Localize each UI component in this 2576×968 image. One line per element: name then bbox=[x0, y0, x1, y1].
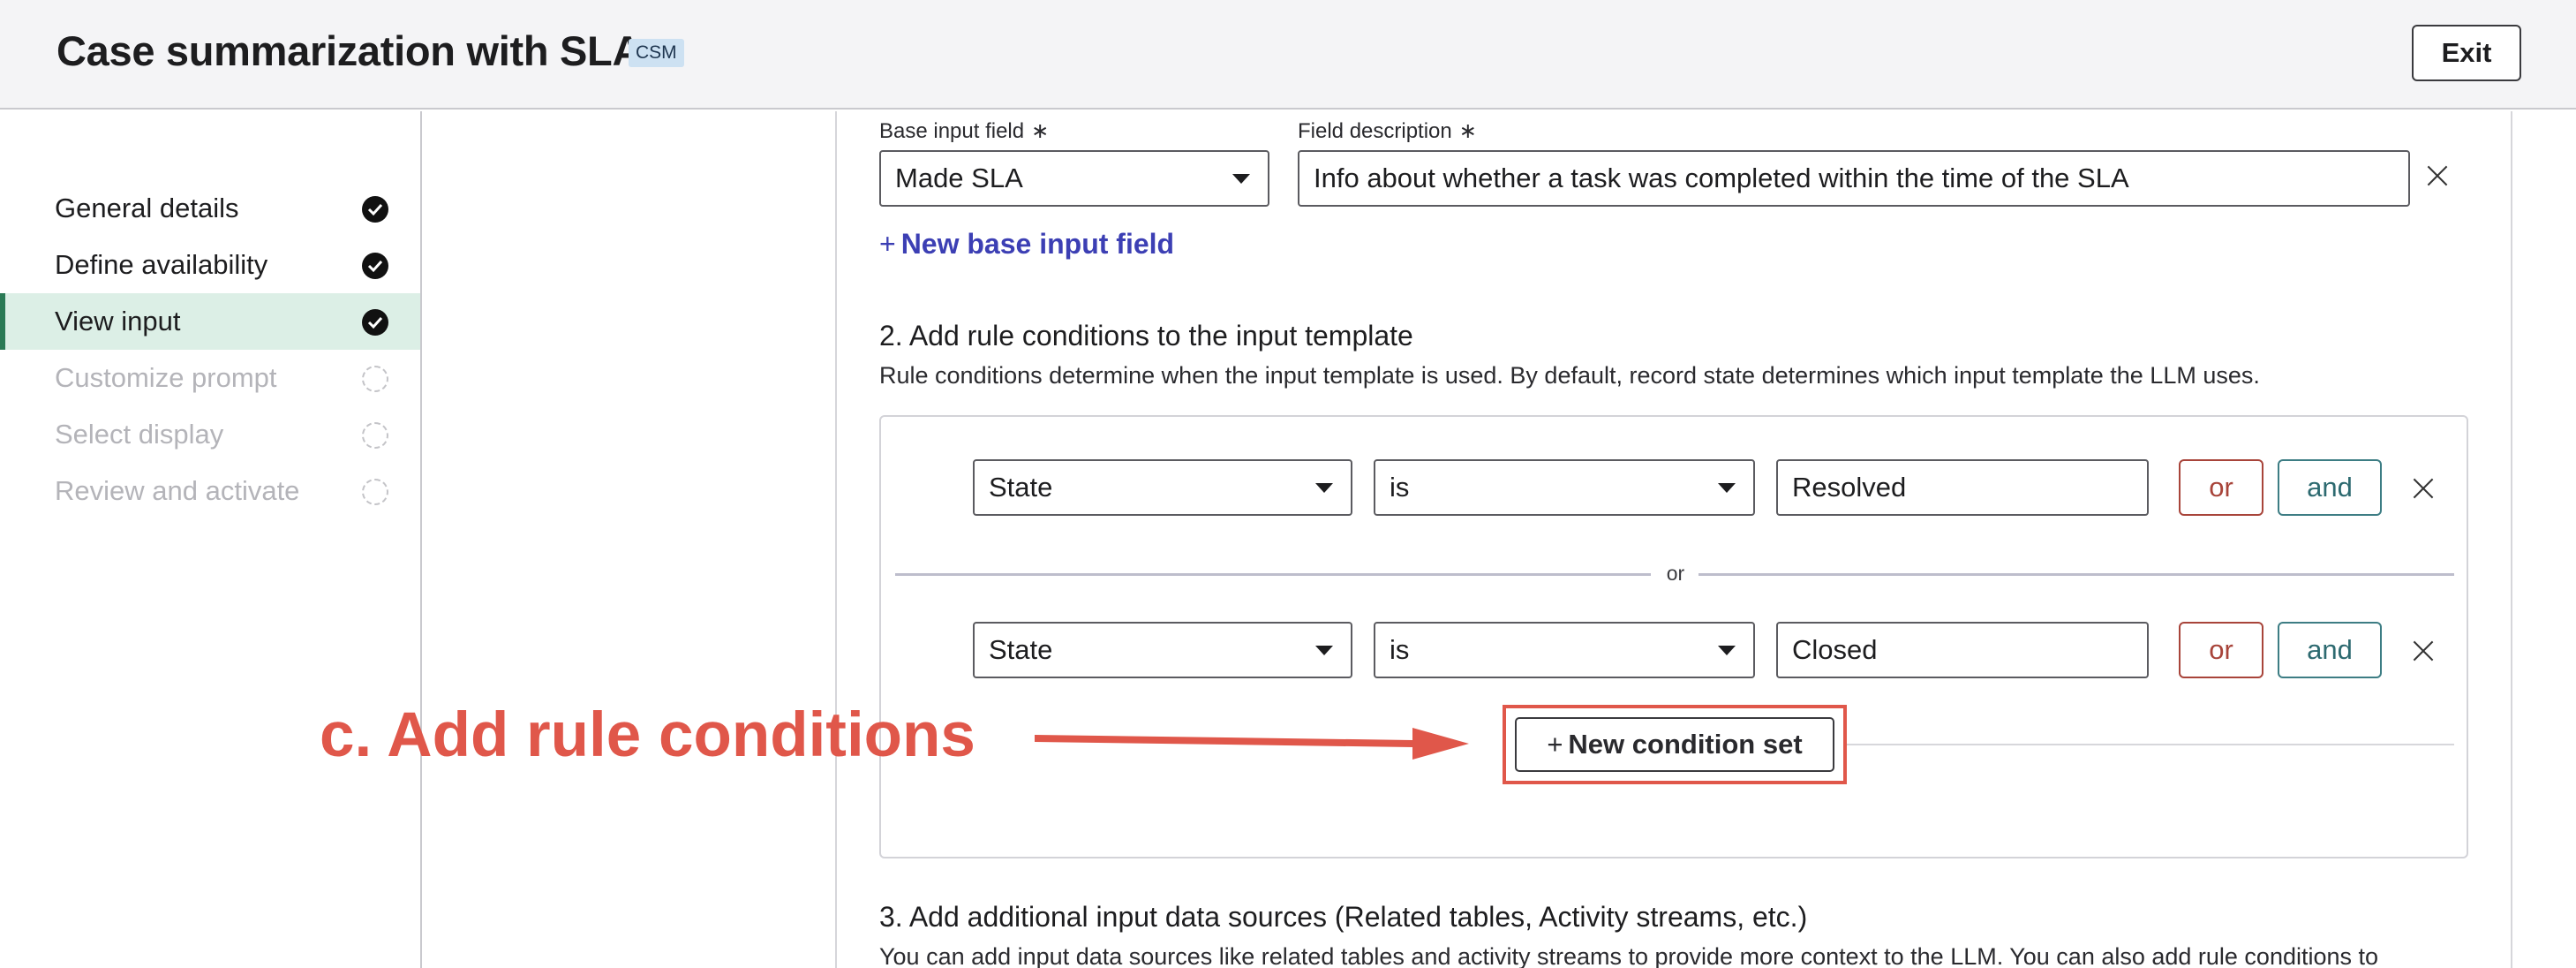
caret-down-icon bbox=[1315, 483, 1333, 493]
new-condition-set-button[interactable]: + New condition set bbox=[1515, 717, 1834, 772]
or-divider-right bbox=[1699, 573, 2454, 576]
sidebar-item-customize-prompt[interactable]: Customize prompt bbox=[0, 350, 420, 406]
pending-circle-icon bbox=[362, 479, 388, 505]
condition-value-input[interactable]: Resolved bbox=[1776, 459, 2149, 516]
exit-button[interactable]: Exit bbox=[2412, 25, 2521, 81]
new-base-input-field-button[interactable]: + New base input field bbox=[879, 228, 1174, 261]
required-asterisk-icon: ∗ bbox=[1031, 119, 1050, 143]
rule-conditions-title: 2. Add rule conditions to the input temp… bbox=[879, 320, 1413, 352]
page-title: Case summarization with SLA bbox=[56, 27, 643, 74]
base-input-field-label: Base input field ∗ bbox=[879, 119, 1050, 143]
caret-down-icon bbox=[1315, 646, 1333, 655]
data-sources-description: You can add input data sources like rela… bbox=[879, 943, 2379, 968]
required-asterisk-icon: ∗ bbox=[1458, 119, 1477, 143]
sidebar-item-label: Review and activate bbox=[55, 475, 300, 506]
and-button[interactable]: and bbox=[2278, 622, 2382, 678]
check-circle-icon bbox=[362, 309, 388, 336]
condition-value-input[interactable]: Closed bbox=[1776, 622, 2149, 678]
plus-icon: + bbox=[1547, 729, 1563, 760]
sidebar-item-label: Define availability bbox=[55, 249, 268, 280]
or-button[interactable]: or bbox=[2179, 459, 2263, 516]
sidebar-item-label: General details bbox=[55, 193, 239, 223]
sidebar-item-general-details[interactable]: General details bbox=[0, 180, 420, 237]
sidebar-item-label: View input bbox=[55, 306, 181, 337]
product-badge: CSM bbox=[629, 39, 684, 67]
caret-down-icon bbox=[1718, 646, 1736, 655]
field-description-label: Field description ∗ bbox=[1298, 119, 1477, 143]
wizard-sidebar: General details Define availability View… bbox=[0, 111, 422, 968]
condition-field-select[interactable]: State bbox=[973, 622, 1352, 678]
rule-conditions-description: Rule conditions determine when the input… bbox=[879, 362, 2260, 389]
plus-icon: + bbox=[879, 228, 896, 260]
condition-operator-select[interactable]: is bbox=[1374, 459, 1755, 516]
remove-field-close-icon[interactable] bbox=[2424, 163, 2451, 189]
or-button[interactable]: or bbox=[2179, 622, 2263, 678]
caret-down-icon bbox=[1718, 483, 1736, 493]
or-separator-label: or bbox=[1666, 562, 1685, 585]
data-sources-title: 3. Add additional input data sources (Re… bbox=[879, 901, 1808, 933]
sidebar-item-view-input[interactable]: View input bbox=[0, 293, 420, 350]
remove-condition-close-icon[interactable] bbox=[2410, 638, 2437, 664]
pending-circle-icon bbox=[362, 422, 388, 449]
caret-down-icon bbox=[1232, 174, 1250, 184]
sidebar-item-review-and-activate[interactable]: Review and activate bbox=[0, 463, 420, 519]
sidebar-item-label: Customize prompt bbox=[55, 362, 277, 393]
sidebar-item-select-display[interactable]: Select display bbox=[0, 406, 420, 463]
condition-operator-select[interactable]: is bbox=[1374, 622, 1755, 678]
pending-circle-icon bbox=[362, 366, 388, 392]
remove-condition-close-icon[interactable] bbox=[2410, 475, 2437, 502]
check-circle-icon bbox=[362, 196, 388, 223]
sidebar-item-label: Select display bbox=[55, 419, 224, 450]
condition-field-select[interactable]: State bbox=[973, 459, 1352, 516]
base-input-field-select[interactable]: Made SLA bbox=[879, 150, 1269, 207]
sidebar-item-define-availability[interactable]: Define availability bbox=[0, 237, 420, 293]
check-circle-icon bbox=[362, 253, 388, 279]
or-divider-left bbox=[895, 573, 1651, 576]
and-button[interactable]: and bbox=[2278, 459, 2382, 516]
app-header: Case summarization with SLA CSM Exit bbox=[0, 0, 2576, 110]
annotation-label: c. Add rule conditions bbox=[320, 700, 975, 770]
annotation-arrow-icon bbox=[1035, 728, 1469, 760]
field-description-input[interactable]: Info about whether a task was completed … bbox=[1298, 150, 2410, 207]
condition-set-divider bbox=[1847, 744, 2454, 745]
